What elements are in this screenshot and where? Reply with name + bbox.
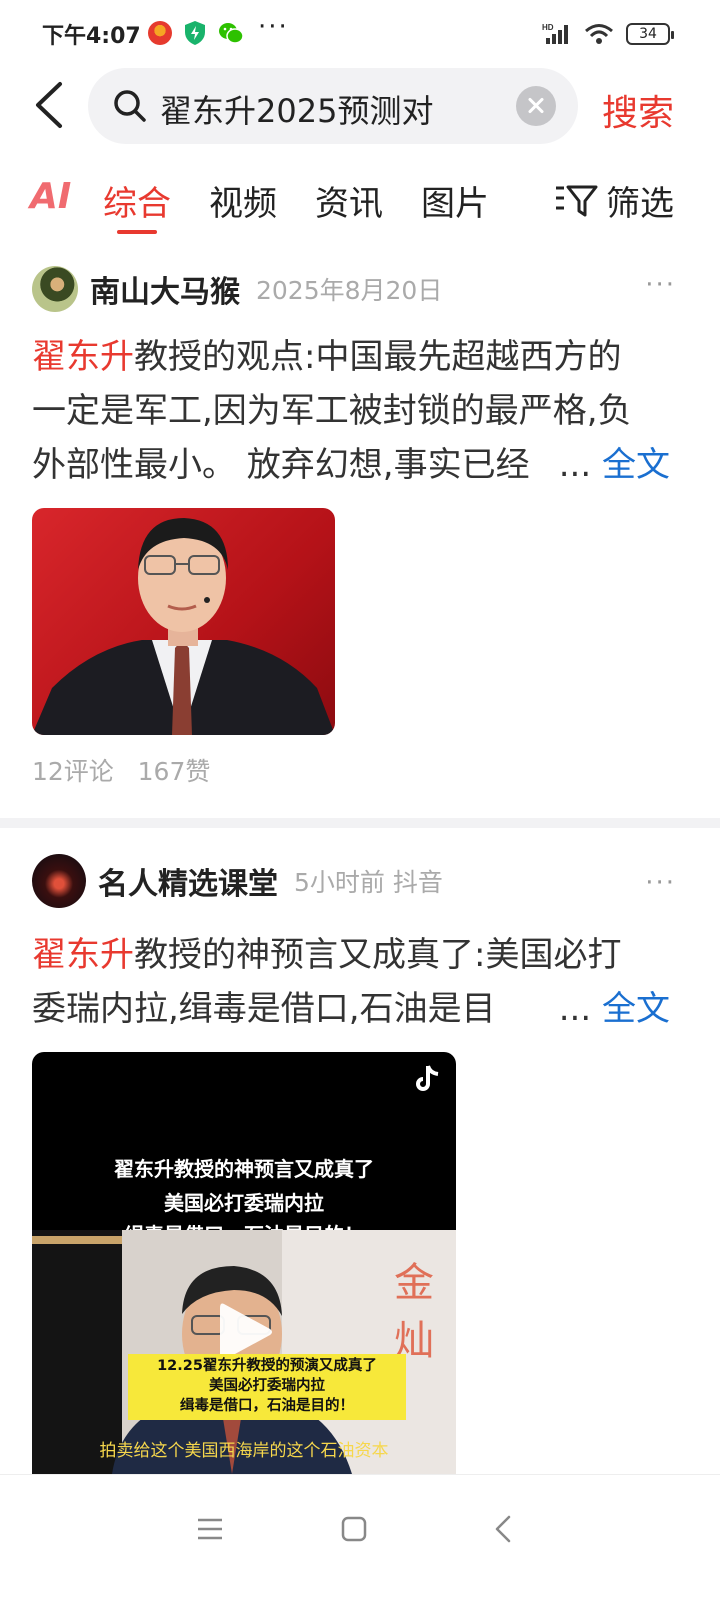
subtitle-box-line: 缉毒是借口，石油是目的！ — [180, 1398, 354, 1414]
keyword-highlight: 翟东升 — [32, 935, 134, 975]
search-bar[interactable]: 翟东升2025预测对 — [88, 68, 578, 144]
author-name[interactable]: 名人精选课堂 — [98, 859, 278, 903]
ellipsis: ... — [558, 989, 592, 1029]
author-name[interactable]: 南山大马猴 — [90, 267, 240, 311]
app-notification-icon — [148, 21, 172, 45]
read-more-link[interactable]: 全文 — [602, 445, 670, 485]
menu-icon[interactable] — [190, 1509, 230, 1549]
ellipsis: ... — [558, 445, 592, 485]
status-bar: 下午4:07 ··· HD 34 — [0, 0, 720, 66]
home-icon[interactable] — [334, 1509, 374, 1549]
wifi-icon — [585, 24, 613, 44]
signal-icon: HD — [542, 23, 568, 44]
search-button[interactable]: 搜索 — [602, 84, 674, 136]
result-tabs: AI 综合 视频 资讯 图片 筛选 — [0, 160, 720, 240]
system-nav-bar — [0, 1474, 720, 1600]
more-options-icon[interactable]: ··· — [645, 270, 676, 300]
battery-icon: 34 — [626, 23, 674, 45]
post-date: 2025年8月20日 — [256, 276, 443, 305]
subtitle-box-line: 12.25翟东升教授的预演又成真了 — [157, 1358, 377, 1374]
search-icon — [114, 90, 146, 122]
tab-ai[interactable]: AI — [30, 176, 71, 217]
search-input[interactable]: 翟东升2025预测对 — [160, 86, 433, 132]
post-text-line: 教授的神预言又成真了:美国必打 — [134, 935, 622, 975]
video-subtitle: 拍卖给这个美国西海岸的这个石油资本 — [99, 1441, 389, 1461]
filter-label: 筛选 — [606, 184, 674, 224]
notification-icons — [148, 20, 244, 46]
avatar[interactable] — [32, 854, 86, 908]
comment-count[interactable]: 12评论 — [32, 757, 114, 786]
tab-news[interactable]: 资讯 — [315, 176, 383, 225]
post-time-source: 5小时前 抖音 — [294, 868, 443, 897]
post-text[interactable]: 翟东升教授的观点:中国最先超越西方的 一定是军工,因为军工被封锁的最严格,负 外… — [32, 330, 682, 492]
shield-icon — [185, 21, 205, 45]
douyin-icon — [416, 1065, 439, 1091]
post-text-line: 外部性最小。 放弃幻想,事实已经 — [32, 445, 530, 485]
video-subtitle-box: 12.25翟东升教授的预演又成真了 美国必打委瑞内拉 缉毒是借口，石油是目的！ — [128, 1354, 406, 1420]
speaker-photo — [32, 518, 335, 735]
author-row[interactable]: 名人精选课堂 5小时前 抖音 — [32, 854, 443, 908]
filter-button[interactable]: 筛选 — [554, 176, 674, 225]
author-row[interactable]: 南山大马猴 2025年8月20日 — [32, 264, 442, 314]
more-notifications-icon: ··· — [258, 12, 289, 42]
video-thumbnail[interactable]: 翟东升教授的神预言又成真了 美国必打委瑞内拉 缉毒是借口，石油是目的！ 金灿 1… — [32, 1052, 456, 1474]
back-arrow-icon[interactable] — [30, 80, 70, 130]
tab-images[interactable]: 图片 — [421, 176, 489, 225]
keyword-highlight: 翟东升 — [32, 337, 134, 377]
more-options-icon[interactable]: ··· — [645, 868, 676, 898]
avatar[interactable] — [32, 266, 78, 312]
post-text[interactable]: 翟东升教授的神预言又成真了:美国必打 委瑞内拉,缉毒是借口,石油是目 ... 全… — [32, 928, 682, 1036]
section-divider — [0, 818, 720, 828]
post-text-line: 教授的观点:中国最先超越西方的 — [134, 337, 622, 377]
status-time: 下午4:07 — [42, 24, 141, 49]
background-sign: 金灿 — [394, 1260, 434, 1364]
search-header: 翟东升2025预测对 搜索 — [0, 66, 720, 146]
video-caption-line: 翟东升教授的神预言又成真了 — [114, 1157, 374, 1181]
post-text-line: 委瑞内拉,缉毒是借口,石油是目 — [32, 989, 496, 1029]
post-stats: 12评论 167赞 — [32, 752, 210, 788]
system-icons: HD 34 — [542, 22, 674, 46]
svg-text:HD: HD — [542, 23, 554, 32]
wechat-icon — [219, 23, 244, 44]
active-tab-indicator — [117, 230, 157, 234]
back-icon[interactable] — [484, 1509, 524, 1549]
filter-icon — [556, 185, 598, 216]
tab-video[interactable]: 视频 — [209, 176, 277, 225]
subtitle-box-line: 美国必打委瑞内拉 — [209, 1378, 325, 1394]
clear-icon[interactable] — [516, 86, 556, 126]
post-text-line: 一定是军工,因为军工被封锁的最严格,负 — [32, 391, 632, 431]
read-more-link[interactable]: 全文 — [602, 989, 670, 1029]
tab-comprehensive[interactable]: 综合 — [103, 176, 171, 225]
video-caption-line: 美国必打委瑞内拉 — [164, 1191, 324, 1215]
post-image[interactable] — [32, 508, 335, 735]
like-count[interactable]: 167赞 — [138, 757, 211, 786]
